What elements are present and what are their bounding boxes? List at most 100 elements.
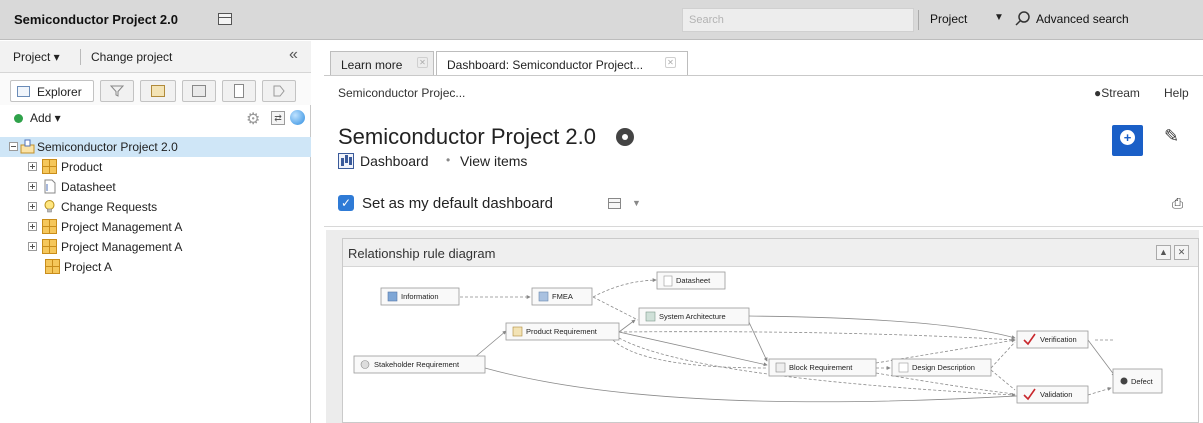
view-items-link[interactable]: View items: [460, 153, 527, 169]
node-label: Datasheet: [676, 276, 711, 285]
diagram-node-datasheet[interactable]: Datasheet: [656, 271, 726, 290]
architecture-icon: [645, 311, 656, 322]
tab-tags[interactable]: [262, 80, 296, 102]
expand-node-icon[interactable]: [28, 182, 37, 191]
chevron-down-icon[interactable]: ▼: [994, 12, 1004, 23]
add-item-button[interactable]: [1112, 125, 1143, 156]
default-dashboard-label: Set as my default dashboard: [362, 195, 553, 212]
stakeholder-icon: [360, 360, 370, 369]
minimize-icon[interactable]: ▲: [1156, 245, 1171, 260]
left-panel: Project ▾ Change project « Explorer Add …: [0, 41, 311, 423]
description-icon: [898, 362, 909, 373]
diagram-node-product-requirement[interactable]: Product Requirement: [505, 322, 620, 341]
change-project-link[interactable]: Change project: [91, 50, 172, 64]
tree-item-label: Project Management A: [61, 220, 183, 234]
tree-item-label: Semiconductor Project 2.0: [37, 140, 178, 154]
dashboard-icon: [338, 153, 354, 169]
grid-icon: [42, 239, 57, 254]
tree-item-project-management-a-2[interactable]: Project Management A: [0, 237, 311, 257]
divider: [324, 226, 1203, 227]
tree-item-datasheet[interactable]: Datasheet: [0, 177, 311, 197]
gear-icon[interactable]: ⚙: [246, 109, 260, 129]
collapse-panel-icon[interactable]: «: [289, 46, 298, 64]
diagram-node-information[interactable]: Information: [380, 287, 460, 306]
node-label: Product Requirement: [526, 327, 598, 336]
window-icon: [192, 85, 206, 97]
grid-icon: [42, 159, 57, 174]
diagram-node-stakeholder-requirement[interactable]: Stakeholder Requirement: [353, 355, 486, 374]
project-menu[interactable]: Project ▾: [13, 50, 60, 64]
default-dashboard-checkbox[interactable]: ✓: [338, 195, 354, 211]
expand-node-icon[interactable]: [28, 242, 37, 251]
expand-node-icon[interactable]: [28, 162, 37, 171]
pencil-icon[interactable]: ✎: [1164, 126, 1179, 147]
tree-item-label: Project Management A: [61, 240, 183, 254]
tab-document[interactable]: [222, 80, 256, 102]
stream-label: Stream: [1101, 86, 1140, 100]
tree-item-project-a[interactable]: Project A: [0, 257, 311, 277]
chevron-down-icon[interactable]: ▼: [632, 198, 641, 208]
diagram-node-system-architecture[interactable]: System Architecture: [638, 307, 750, 326]
tab-explorer-label: Explorer: [37, 85, 82, 99]
close-icon[interactable]: ✕: [417, 57, 428, 68]
diagram-node-defect[interactable]: Defect: [1112, 368, 1163, 394]
fmea-icon: [538, 291, 549, 302]
tree-item-product[interactable]: Product: [0, 157, 311, 177]
search-input[interactable]: Search: [682, 8, 914, 32]
print-icon[interactable]: ⎙: [1172, 195, 1183, 212]
tab-learn-more[interactable]: Learn more ✕: [330, 51, 434, 75]
diagram-node-validation[interactable]: Validation: [1016, 385, 1089, 404]
tree-item-label: Product: [61, 160, 103, 174]
breadcrumb[interactable]: Semiconductor Projec...: [338, 86, 465, 100]
tab-label: Learn more: [341, 58, 403, 72]
collapse-node-icon[interactable]: [9, 142, 18, 151]
add-menu[interactable]: Add ▾: [30, 111, 61, 125]
node-label: Information: [401, 292, 439, 301]
tab-dashboard[interactable]: Dashboard: Semiconductor Project... ✕: [436, 51, 688, 75]
relationship-rule-widget: Relationship rule diagram ▲ ✕ Informatio…: [342, 238, 1199, 423]
tree-item-label: Change Requests: [61, 200, 158, 214]
title-menu-icon[interactable]: [616, 128, 634, 146]
expand-node-icon[interactable]: [28, 222, 37, 231]
top-bar: Semiconductor Project 2.0 Search Project…: [0, 0, 1203, 40]
page-title: Semiconductor Project 2.0: [338, 124, 597, 149]
diagram-node-block-requirement[interactable]: Block Requirement: [768, 358, 877, 377]
divider: [324, 75, 1203, 76]
diagram-node-verification[interactable]: Verification: [1016, 330, 1089, 349]
tab-filter[interactable]: [100, 80, 134, 102]
view-separator: •: [446, 153, 451, 167]
add-toolbar: Add ▾ ⚙ ⇄: [0, 107, 311, 131]
explorer-icon: [17, 86, 30, 97]
stream-link[interactable]: ●Stream: [1094, 86, 1140, 100]
node-label: System Architecture: [659, 312, 726, 321]
tree-item-change-requests[interactable]: Change Requests: [0, 197, 311, 217]
search-scope-select[interactable]: Project: [930, 12, 967, 26]
lightbulb-icon: [44, 200, 55, 213]
help-link[interactable]: Help: [1164, 86, 1189, 100]
close-icon[interactable]: ✕: [1174, 245, 1189, 260]
view-dashboard-link[interactable]: Dashboard: [360, 153, 429, 169]
search-icon[interactable]: [1014, 10, 1032, 28]
document-icon: [234, 84, 244, 98]
tree-item-semiconductor-project[interactable]: Semiconductor Project 2.0: [0, 137, 311, 157]
refresh-icon[interactable]: ⇄: [271, 111, 285, 125]
close-icon[interactable]: ✕: [665, 57, 676, 68]
tab-explorer[interactable]: Explorer: [10, 80, 94, 102]
project-icon: [20, 139, 35, 154]
node-label: Block Requirement: [789, 363, 853, 372]
tree-item-project-management-a[interactable]: Project Management A: [0, 217, 311, 237]
relationship-diagram: Information FMEA Datasheet System Archit…: [353, 271, 1163, 404]
advanced-search-link[interactable]: Advanced search: [1036, 12, 1129, 26]
node-label: Verification: [1040, 335, 1077, 344]
widget-title: Relationship rule diagram: [348, 246, 496, 261]
node-label: Stakeholder Requirement: [374, 360, 460, 369]
tab-calendar[interactable]: [140, 80, 176, 102]
layout-icon[interactable]: [608, 198, 621, 209]
tab-window[interactable]: [182, 80, 216, 102]
add-icon[interactable]: [14, 114, 23, 123]
layout-icon[interactable]: [218, 13, 232, 25]
expand-node-icon[interactable]: [28, 202, 37, 211]
diagram-node-design-description[interactable]: Design Description: [891, 358, 992, 377]
diagram-node-fmea[interactable]: FMEA: [531, 287, 593, 306]
globe-icon[interactable]: [290, 110, 305, 125]
